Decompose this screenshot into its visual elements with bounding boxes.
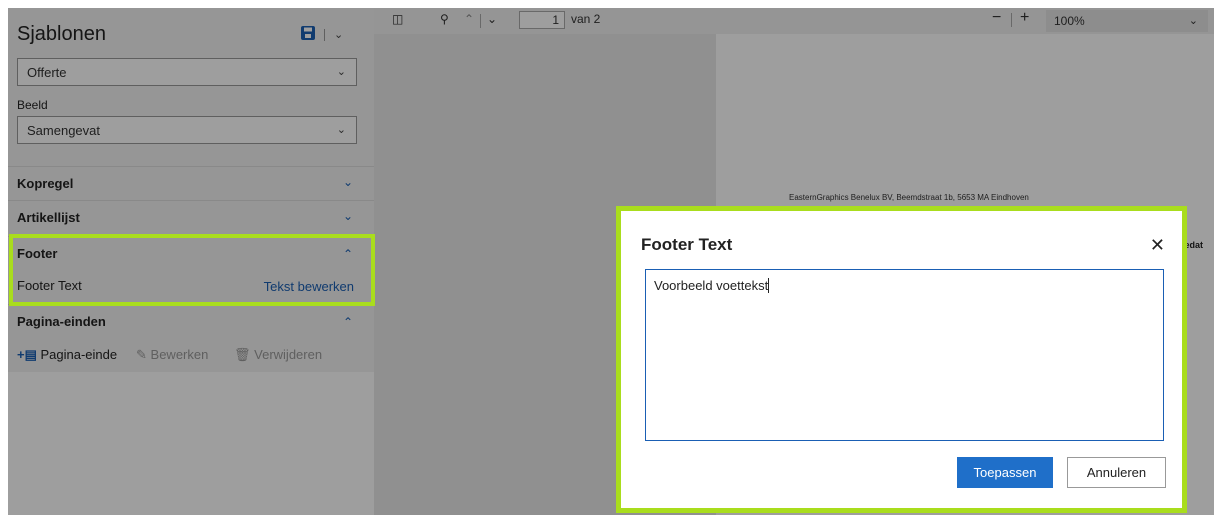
templates-panel: Sjablonen ⌄ Offerte ⌄ Beeld Samengevat ⌄… [8, 8, 375, 515]
chevron-down-icon: ⌄ [1188, 15, 1198, 27]
dialog-title: Footer Text [641, 235, 733, 254]
template-select-value: Offerte [27, 65, 67, 80]
viewer-toolbar: ◫ ⚲ ⌃ ⌄ 1 van 2 − + 100% ⌄ [374, 8, 1214, 34]
text-cursor [768, 278, 770, 293]
application: Sjablonen ⌄ Offerte ⌄ Beeld Samengevat ⌄… [8, 8, 1214, 515]
chevron-down-icon: ⌄ [342, 209, 353, 223]
page-break-actions: +▤ Pagina-einde ✎ Bewerken 🗑 Verwijderen [8, 338, 374, 372]
footer-text-row: Footer Text Tekst bewerken [8, 270, 374, 302]
previous-page-icon[interactable]: ⌃ [464, 12, 474, 26]
close-icon[interactable]: ✕ [1150, 235, 1165, 256]
save-options-chevron-icon[interactable]: ⌄ [334, 28, 343, 41]
chevron-down-icon: ⌄ [336, 124, 346, 136]
page-number-input[interactable]: 1 [519, 11, 565, 29]
footer-text-label: Footer Text [17, 278, 82, 293]
separator [480, 14, 481, 28]
sidebar-toggle-icon[interactable]: ◫ [392, 12, 403, 26]
cancel-button[interactable]: Annuleren [1067, 457, 1166, 488]
zoom-select[interactable]: 100% ⌄ [1046, 10, 1208, 32]
apply-button[interactable]: Toepassen [957, 457, 1053, 488]
textarea-value: Voorbeeld voettekst [654, 278, 769, 293]
edit-button[interactable]: ✎ Bewerken [136, 347, 208, 363]
save-icon[interactable] [300, 25, 316, 41]
panel-title: Sjablonen [17, 23, 106, 45]
footer-text-dialog: Footer Text ✕ Voorbeeld voettekst Toepas… [616, 206, 1187, 513]
zoom-in-icon[interactable]: + [1020, 9, 1029, 27]
add-page-break-icon: +▤ [17, 347, 37, 362]
panel-empty-area [8, 372, 374, 515]
edit-text-link[interactable]: Tekst bewerken [264, 279, 354, 294]
section-header-artikellijst[interactable]: Artikellijst ⌄ [8, 200, 374, 234]
section-title: Artikellijst [17, 210, 80, 225]
next-page-icon[interactable]: ⌄ [487, 12, 497, 26]
section-header-kopregel[interactable]: Kopregel ⌄ [8, 166, 374, 200]
view-select-value: Samengevat [27, 123, 100, 138]
section-header-footer[interactable]: Footer ⌃ [8, 236, 374, 270]
zoom-value: 100% [1054, 14, 1085, 28]
trash-icon: 🗑 [234, 347, 251, 362]
company-address: EasternGraphics Benelux BV, Beemdstraat … [789, 193, 1029, 202]
section-header-pagina-einden[interactable]: Pagina-einden ⌃ [8, 304, 374, 338]
separator [324, 29, 325, 41]
panel-header: Sjablonen ⌄ [8, 8, 374, 48]
add-page-break-label: Pagina-einde [40, 347, 118, 362]
chevron-down-icon: ⌄ [336, 66, 346, 78]
footer-text-textarea[interactable]: Voorbeeld voettekst [645, 269, 1164, 441]
section-title: Pagina-einden [17, 314, 106, 329]
section-title: Footer [17, 246, 58, 261]
delete-button[interactable]: 🗑 Verwijderen [234, 347, 322, 363]
zoom-out-icon[interactable]: − [992, 9, 1001, 27]
template-select[interactable]: Offerte ⌄ [17, 58, 357, 86]
separator [1011, 13, 1012, 27]
chevron-down-icon: ⌄ [342, 175, 353, 189]
page-total: van 2 [571, 12, 601, 26]
delete-label: Verwijderen [254, 347, 323, 362]
search-icon[interactable]: ⚲ [440, 12, 449, 26]
edit-label: Bewerken [150, 347, 209, 362]
view-select[interactable]: Samengevat ⌄ [17, 116, 357, 144]
chevron-up-icon: ⌃ [342, 247, 353, 261]
view-label: Beeld [17, 98, 48, 112]
pencil-icon: ✎ [136, 347, 147, 362]
add-page-break-button[interactable]: +▤ Pagina-einde [17, 347, 117, 363]
section-title: Kopregel [17, 176, 74, 191]
chevron-up-icon: ⌃ [342, 315, 353, 329]
